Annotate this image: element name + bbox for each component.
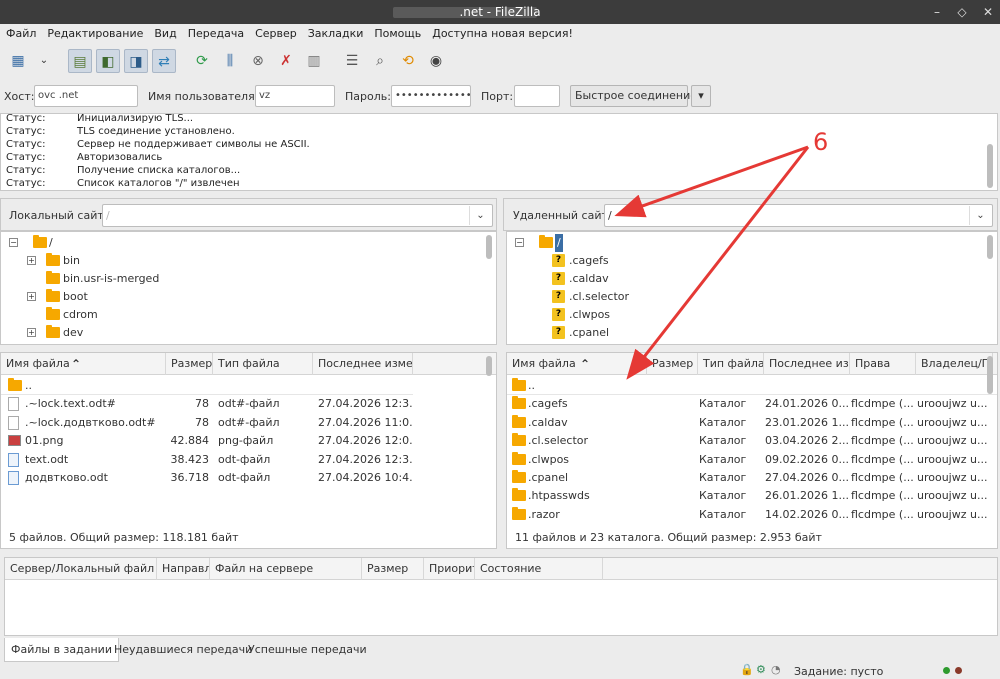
annotation-overlay <box>614 145 810 380</box>
annotation-number: 6 <box>813 128 829 156</box>
annotation-arrow-2 <box>626 146 810 380</box>
annotation-arrow-1 <box>614 145 809 218</box>
